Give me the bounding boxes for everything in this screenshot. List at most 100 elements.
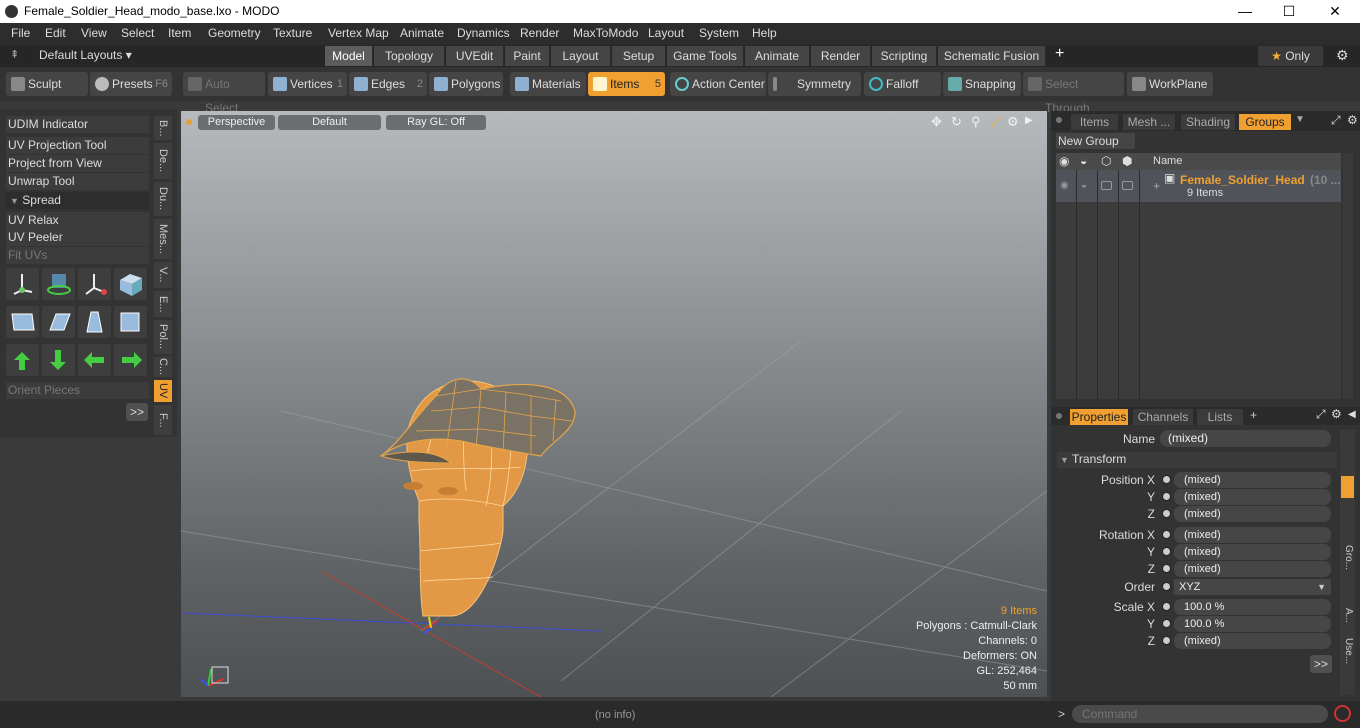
uv-rotate-icon[interactable]	[42, 268, 75, 300]
new-group-button[interactable]: New Group	[1056, 133, 1135, 149]
select-through-button[interactable]: Select Through	[1023, 72, 1124, 115]
command-input[interactable]	[1072, 705, 1328, 723]
position-x-dot[interactable]	[1162, 475, 1171, 484]
uv-project-box-icon[interactable]	[114, 268, 147, 300]
symmetry-button[interactable]: Symmetry	[768, 72, 861, 96]
auto-select-button[interactable]: Auto Select	[183, 72, 265, 115]
menu-render[interactable]: Render	[520, 26, 559, 40]
project-from-view-button[interactable]: Project from View	[6, 155, 149, 172]
tab-model[interactable]: Model	[325, 46, 373, 66]
scale-z-dot[interactable]	[1162, 636, 1171, 645]
menu-texture[interactable]: Texture	[273, 26, 312, 40]
uv-cylinder-icon[interactable]	[6, 306, 39, 338]
properties-options-icon[interactable]	[1056, 413, 1062, 419]
popout-icon[interactable]: ⤢	[1331, 113, 1341, 128]
menu-maxtomodo[interactable]: MaxToModo	[573, 26, 638, 40]
tab-scripting[interactable]: Scripting	[872, 46, 937, 66]
name-field[interactable]: (mixed)	[1160, 430, 1331, 447]
maximize-button[interactable]: ☐	[1266, 0, 1312, 23]
uv-transform-icon[interactable]	[6, 268, 39, 300]
zoom-icon[interactable]: ⚲	[971, 114, 981, 130]
tab-game-tools[interactable]: Game Tools	[667, 46, 744, 66]
polygons-button[interactable]: Polygons	[429, 72, 503, 96]
transform-section-header[interactable]: ▼ Transform	[1057, 452, 1337, 468]
add-property-tab-button[interactable]: +	[1250, 408, 1257, 422]
add-tab-button[interactable]: +	[1055, 45, 1064, 63]
udim-indicator-button[interactable]: UDIM Indicator	[6, 116, 149, 133]
menu-help[interactable]: Help	[752, 26, 777, 40]
align-down-icon[interactable]	[42, 344, 75, 376]
tabs-dropdown-icon[interactable]: ▼	[1295, 114, 1305, 125]
unwrap-tool-button[interactable]: Unwrap Tool	[6, 173, 149, 190]
raygl-dropdown[interactable]: Ray GL: Off	[386, 115, 486, 130]
3d-viewport[interactable]: Perspective Default Ray GL: Off ✥ ↻ ⚲ ⤢ …	[181, 111, 1047, 697]
rotation-z-field[interactable]: (mixed)	[1174, 561, 1331, 577]
rotation-z-dot[interactable]	[1162, 564, 1171, 573]
align-up-icon[interactable]	[6, 344, 39, 376]
rotation-y-dot[interactable]	[1162, 547, 1171, 556]
visibility-eye-icon[interactable]: ◉	[1059, 154, 1069, 168]
expand-plus-icon[interactable]: +	[1153, 179, 1160, 193]
row-select-checkbox[interactable]	[1122, 181, 1133, 190]
tab-animate[interactable]: Animate	[745, 46, 810, 66]
uv-sphere-icon[interactable]	[114, 306, 147, 338]
tab-uvedit[interactable]: UVEdit	[446, 46, 504, 66]
align-right-icon[interactable]	[114, 344, 147, 376]
record-icon[interactable]	[1334, 705, 1351, 722]
menu-layout[interactable]: Layout	[648, 26, 684, 40]
tab-schematic-fusion[interactable]: Schematic Fusion	[938, 46, 1046, 66]
perspective-dropdown[interactable]: Perspective	[198, 115, 275, 130]
position-z-field[interactable]: (mixed)	[1174, 506, 1331, 522]
tab-setup[interactable]: Setup	[612, 46, 666, 66]
materials-button[interactable]: Materials	[510, 72, 586, 96]
tab-shading[interactable]: Shading	[1181, 114, 1235, 130]
order-dropdown[interactable]: XYZ ▼	[1174, 579, 1331, 595]
name-column-header[interactable]: Name	[1153, 155, 1182, 167]
select-cube-icon[interactable]: ⬢	[1122, 154, 1132, 168]
lock-cube-icon[interactable]: ⬡	[1101, 154, 1111, 168]
side-tab-active[interactable]	[1341, 476, 1354, 498]
menu-system[interactable]: System	[699, 26, 739, 40]
orient-pieces-button[interactable]: Orient Pieces	[6, 382, 149, 399]
vtab-v[interactable]: V...	[154, 262, 172, 288]
scale-y-dot[interactable]	[1162, 619, 1171, 628]
viewport-options-icon[interactable]	[186, 119, 192, 125]
position-y-dot[interactable]	[1162, 492, 1171, 501]
side-tab-a[interactable]: A...	[1341, 608, 1354, 623]
tab-paint[interactable]: Paint	[505, 46, 550, 66]
vtab-du[interactable]: Du...	[154, 182, 172, 216]
sculpt-button[interactable]: Sculpt	[6, 72, 88, 96]
vtab-c[interactable]: C...	[154, 357, 172, 377]
groups-scrollbar[interactable]	[1343, 153, 1353, 399]
groups-gear-icon[interactable]: ⚙	[1347, 113, 1358, 127]
vtab-b[interactable]: B...	[154, 116, 172, 140]
rotation-x-dot[interactable]	[1162, 530, 1171, 539]
menu-select[interactable]: Select	[121, 26, 154, 40]
tab-render[interactable]: Render	[811, 46, 871, 66]
menu-file[interactable]: File	[11, 26, 30, 40]
tab-groups[interactable]: Groups	[1239, 114, 1291, 130]
menu-edit[interactable]: Edit	[45, 26, 66, 40]
menu-view[interactable]: View	[81, 26, 107, 40]
uv-move-icon[interactable]	[78, 268, 111, 300]
uv-grid-icon[interactable]	[78, 306, 111, 338]
layout-menu-icon[interactable]: ⇞	[10, 48, 19, 61]
position-y-field[interactable]: (mixed)	[1174, 489, 1331, 505]
row-lock-checkbox[interactable]	[1101, 181, 1112, 190]
menu-geometry[interactable]: Geometry	[208, 26, 261, 40]
vtab-uv[interactable]: UV	[154, 380, 172, 402]
falloff-button[interactable]: Falloff	[864, 72, 941, 96]
only-toggle[interactable]: ★ Only	[1258, 46, 1324, 66]
pan-icon[interactable]: ✥	[931, 114, 942, 130]
vtab-de[interactable]: De...	[154, 143, 172, 179]
row-render-icon[interactable]: ◒	[1081, 180, 1087, 191]
tab-topology[interactable]: Topology	[374, 46, 445, 66]
uv-projection-tool-button[interactable]: UV Projection Tool	[6, 137, 149, 154]
rotation-x-field[interactable]: (mixed)	[1174, 527, 1331, 543]
scale-y-field[interactable]: 100.0 %	[1174, 616, 1331, 632]
scale-x-field[interactable]: 100.0 %	[1174, 599, 1331, 615]
group-name[interactable]: Female_Soldier_Head	[1180, 173, 1305, 187]
uv-planar-icon[interactable]	[42, 306, 75, 338]
scale-z-field[interactable]: (mixed)	[1174, 633, 1331, 649]
more-properties-button[interactable]: >>	[1310, 655, 1332, 673]
